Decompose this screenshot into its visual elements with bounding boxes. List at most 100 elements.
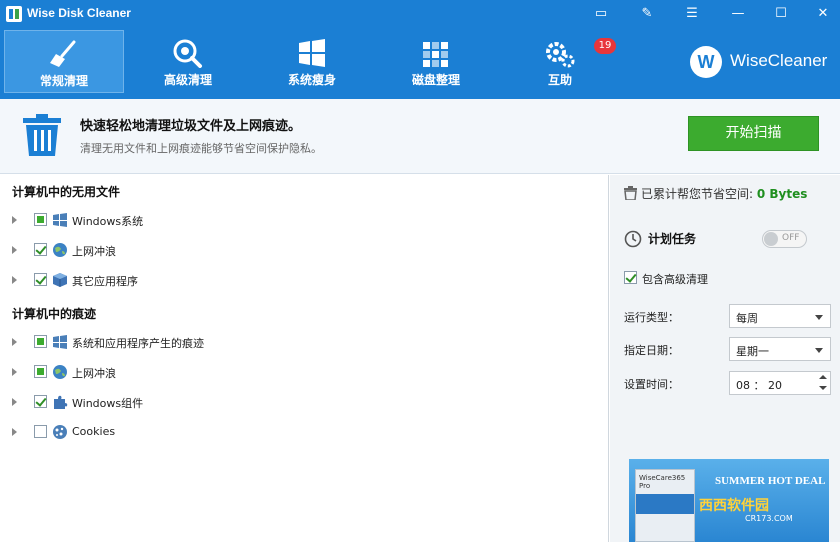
app-logo-icon bbox=[6, 6, 22, 22]
notification-badge: 19 bbox=[594, 38, 616, 54]
time-input[interactable]: 08 ： 20 bbox=[729, 371, 831, 395]
wisecleaner-logo-icon: W bbox=[690, 46, 722, 78]
checkbox[interactable] bbox=[34, 243, 47, 256]
package-box-icon bbox=[53, 273, 67, 287]
tree-item-windows-components[interactable]: Windows组件 bbox=[0, 391, 600, 413]
windows-icon bbox=[299, 39, 325, 67]
tab-common-clean[interactable]: 常规清理 bbox=[4, 30, 124, 93]
minimize-button[interactable]: — bbox=[725, 3, 751, 25]
tree-item-label: Cookies bbox=[72, 425, 116, 438]
checkbox[interactable] bbox=[34, 335, 47, 348]
tab-system-slim[interactable]: 系统瘦身 bbox=[252, 30, 372, 93]
promo-headline: SUMMER HOT DEAL bbox=[715, 475, 826, 487]
small-trash-icon bbox=[624, 186, 637, 201]
toggle-state-text: OFF bbox=[782, 233, 800, 243]
cookie-icon bbox=[53, 425, 67, 439]
tree-item-label: 其它应用程序 bbox=[72, 275, 138, 288]
feedback-icon[interactable]: ▭ bbox=[588, 3, 614, 25]
trash-icon bbox=[23, 114, 61, 156]
expand-arrow-icon[interactable] bbox=[12, 368, 17, 376]
brand-name: WiseCleaner bbox=[730, 51, 828, 70]
date-select[interactable]: 星期一 bbox=[729, 337, 831, 361]
tree-item-web-browsing-traces[interactable]: 上网冲浪 bbox=[0, 361, 600, 383]
promo-banner[interactable]: WiseCare365 Pro SUMMER HOT DEAL 西西软件园 CR… bbox=[629, 459, 829, 542]
toggle-knob bbox=[764, 232, 778, 246]
tab-label: 磁盘整理 bbox=[411, 73, 460, 87]
tree-item-label: 系统和应用程序产生的痕迹 bbox=[72, 337, 204, 350]
product-box-image: WiseCare365 Pro bbox=[635, 469, 695, 542]
info-banner: 快速轻松地清理垃圾文件及上网痕迹。 清理无用文件和上网痕迹能够节省空间保护隐私。… bbox=[0, 99, 840, 174]
spin-up-icon[interactable] bbox=[819, 375, 827, 379]
space-saved: 已累计帮您节省空间: 0 Bytes bbox=[624, 185, 807, 202]
close-button[interactable]: ✕ bbox=[810, 3, 836, 25]
gears-icon bbox=[546, 42, 575, 68]
tab-label: 互助 bbox=[547, 73, 572, 87]
time-label: 设置时间： bbox=[624, 378, 679, 391]
include-advanced-label: 包含高级清理 bbox=[642, 273, 708, 286]
space-saved-label: 已累计帮您节省空间: bbox=[641, 187, 754, 201]
tab-label: 常规清理 bbox=[39, 74, 88, 88]
group-title-junk-files: 计算机中的无用文件 bbox=[12, 185, 121, 199]
defrag-blocks-icon bbox=[423, 42, 448, 67]
expand-arrow-icon[interactable] bbox=[12, 338, 17, 346]
expand-arrow-icon[interactable] bbox=[12, 276, 17, 284]
tree-item-windows-system[interactable]: Windows系统 bbox=[0, 209, 600, 231]
expand-arrow-icon[interactable] bbox=[12, 428, 17, 436]
product-box-band bbox=[636, 494, 694, 514]
product-box-label: WiseCare365 Pro bbox=[639, 474, 686, 490]
start-scan-button[interactable]: 开始扫描 bbox=[688, 116, 819, 151]
spin-down-icon[interactable] bbox=[819, 386, 827, 390]
main-toolbar: 常规清理 高级清理 系统瘦身 磁盘整理 互助 19 bbox=[0, 28, 616, 95]
expand-arrow-icon[interactable] bbox=[12, 398, 17, 406]
tree-item-web-browsing[interactable]: 上网冲浪 bbox=[0, 239, 600, 261]
wisecleaner-brand[interactable]: W WiseCleaner bbox=[690, 46, 835, 78]
globe-icon bbox=[53, 365, 67, 379]
tab-mutual-help[interactable]: 互助 19 bbox=[500, 30, 620, 93]
checkbox[interactable] bbox=[34, 365, 47, 378]
menu-icon[interactable]: ☰ bbox=[679, 3, 705, 25]
globe-icon bbox=[53, 243, 67, 257]
clean-items-tree: 计算机中的无用文件 Windows系统 上网冲浪 其它应用程序 计算机中的痕迹 … bbox=[0, 175, 609, 542]
expand-arrow-icon[interactable] bbox=[12, 246, 17, 254]
window-title: Wise Disk Cleaner bbox=[27, 6, 131, 20]
run-type-value: 每周 bbox=[736, 312, 758, 325]
tree-item-label: 上网冲浪 bbox=[72, 245, 116, 258]
windows-flag-icon bbox=[53, 335, 67, 349]
include-advanced-checkbox[interactable] bbox=[624, 271, 637, 284]
expand-arrow-icon[interactable] bbox=[12, 216, 17, 224]
tools-icon[interactable]: ✎ bbox=[634, 3, 660, 25]
group-title-traces: 计算机中的痕迹 bbox=[12, 307, 97, 321]
title-bar: Wise Disk Cleaner ▭ ✎ ☰ — ☐ ✕ bbox=[0, 0, 840, 28]
schedule-toggle[interactable]: OFF bbox=[762, 230, 807, 248]
tree-item-other-apps[interactable]: 其它应用程序 bbox=[0, 269, 600, 291]
tree-item-label: 上网冲浪 bbox=[72, 367, 116, 380]
checkbox[interactable] bbox=[34, 213, 47, 226]
tab-label: 系统瘦身 bbox=[287, 73, 336, 87]
run-type-label: 运行类型： bbox=[624, 311, 679, 324]
checkbox[interactable] bbox=[34, 273, 47, 286]
search-disk-icon bbox=[173, 39, 202, 68]
maximize-button[interactable]: ☐ bbox=[768, 3, 794, 25]
tree-item-label: Windows组件 bbox=[72, 397, 144, 410]
tree-item-system-app-traces[interactable]: 系统和应用程序产生的痕迹 bbox=[0, 331, 600, 353]
info-title: 快速轻松地清理垃圾文件及上网痕迹。 bbox=[80, 119, 302, 134]
tree-item-cookies[interactable]: Cookies bbox=[0, 421, 600, 443]
windows-flag-icon bbox=[53, 213, 67, 227]
clock-icon bbox=[624, 230, 642, 248]
watermark-url: CR173.COM bbox=[745, 514, 793, 523]
checkbox[interactable] bbox=[34, 425, 47, 438]
app-header: Wise Disk Cleaner ▭ ✎ ☰ — ☐ ✕ 常规清理 高级清理 bbox=[0, 0, 840, 99]
tab-disk-defrag[interactable]: 磁盘整理 bbox=[376, 30, 496, 93]
space-saved-value: 0 Bytes bbox=[756, 187, 808, 201]
date-label: 指定日期： bbox=[624, 344, 679, 357]
puzzle-icon bbox=[54, 395, 68, 409]
tab-advanced-clean[interactable]: 高级清理 bbox=[128, 30, 248, 93]
dropdown-arrow-icon bbox=[815, 315, 823, 320]
time-value[interactable]: 08 ： 20 bbox=[736, 377, 782, 393]
checkbox[interactable] bbox=[34, 395, 47, 408]
date-value: 星期一 bbox=[736, 345, 769, 358]
broom-icon bbox=[50, 40, 76, 67]
dropdown-arrow-icon bbox=[815, 348, 823, 353]
run-type-select[interactable]: 每周 bbox=[729, 304, 831, 328]
schedule-title: 计划任务 bbox=[648, 232, 697, 246]
